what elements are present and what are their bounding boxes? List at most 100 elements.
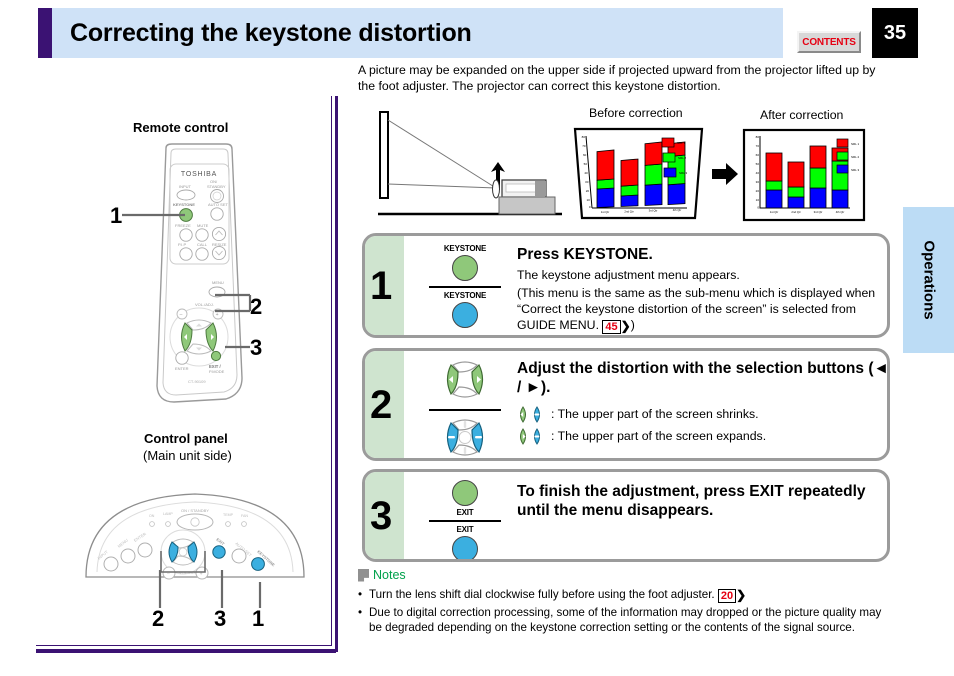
step-2-bullet-2-text: : The upper part of the screen expands. (551, 429, 767, 444)
svg-text:2nd Qtr: 2nd Qtr (624, 209, 633, 213)
step-1-body: KEYSTONE KEYSTONE Press KEYSTONE. The ke… (404, 236, 887, 335)
contents-button[interactable]: CONTENTS (797, 31, 861, 53)
svg-text:10: 10 (586, 198, 590, 202)
svg-text:80: 80 (756, 135, 760, 139)
note-icon (358, 568, 369, 582)
button-divider (429, 520, 501, 522)
left-arrow-green-blue-icon (520, 405, 540, 423)
step-3-body: EXIT EXIT To finish the adjustment, pres… (404, 472, 887, 559)
keystone-button-panel[interactable] (452, 302, 478, 328)
note-bullet: • (358, 588, 363, 601)
svg-text:60: 60 (756, 153, 760, 157)
svg-text:50: 50 (584, 162, 588, 166)
exit-button-panel[interactable] (452, 536, 478, 559)
chart-before-correction: 807060 504030 20100 1st Qtr 2nd Qtr 3rd … (573, 127, 704, 220)
step-3-buttons: EXIT EXIT (429, 480, 501, 559)
remote-callout-3: 3 (250, 335, 263, 360)
svg-text:70: 70 (756, 144, 760, 148)
svg-text:ON / STANDBY: ON / STANDBY (181, 508, 209, 513)
svg-text:1st Qtr: 1st Qtr (601, 210, 609, 214)
note-bullet: • (358, 605, 363, 619)
step-1-line-tail: ) (630, 318, 635, 333)
projector-diagram (378, 111, 562, 216)
remote-callout-lines (122, 213, 252, 349)
step-1-title: Press KEYSTONE. (517, 246, 653, 263)
step-2-bullet-row-2: : The upper part of the screen expands. (517, 427, 887, 445)
note-1-page-ref[interactable]: 20 (717, 589, 737, 603)
note-item: • Turn the lens shift dial clockwise ful… (358, 587, 882, 604)
nav-cluster-remote-icon[interactable] (429, 357, 501, 401)
svg-text:20: 20 (586, 189, 590, 193)
note-item-2-text: Due to digital correction processing, so… (369, 605, 882, 635)
step-3-title: To finish the adjustment, press EXIT rep… (517, 483, 866, 520)
page-root: Correcting the keystone distortion CONTE… (0, 0, 954, 676)
page-number-value: 35 (883, 21, 907, 44)
remote-callout-1: 1 (110, 203, 123, 228)
bottom-accent-rule (36, 650, 336, 653)
step-2-buttons (429, 357, 501, 460)
svg-text:80: 80 (582, 135, 586, 139)
page-title: Correcting the keystone distortion (70, 19, 472, 47)
svg-text:60: 60 (583, 153, 587, 157)
step-3-number: 3 (370, 493, 393, 538)
svg-text:70: 70 (582, 144, 586, 148)
svg-text:30: 30 (585, 180, 589, 184)
remote-callout-2: 2 (250, 294, 263, 319)
svg-text:2nd Qtr: 2nd Qtr (791, 210, 800, 214)
svg-text:TEMP: TEMP (223, 513, 234, 517)
step-1-line-1: The keystone adjustment menu appears. (517, 268, 740, 283)
step-1-keystone-top-caption: KEYSTONE (443, 244, 487, 253)
svg-text:SRL 1: SRL 1 (851, 142, 860, 146)
right-arrow-green-blue-icon (520, 427, 540, 445)
notes-heading-label: Notes (373, 568, 406, 582)
nav-cluster-panel-icon[interactable] (429, 414, 501, 460)
step-1-line-2: (This menu is the same as the sub-menu w… (517, 285, 877, 335)
step-1-page-ref[interactable]: 45 (602, 320, 621, 335)
after-correction-caption: After correction (760, 108, 844, 122)
remote-control-label: Remote control (133, 120, 229, 135)
svg-text:INPUT: INPUT (179, 184, 192, 189)
note-1-body: Turn the lens shift dial clockwise fully… (369, 588, 715, 601)
step-1-keystone-bottom-caption: KEYSTONE (443, 291, 487, 300)
svg-text:SRL 2: SRL 2 (851, 155, 860, 159)
svg-text:10: 10 (756, 198, 760, 202)
notes-list: • Turn the lens shift dial clockwise ful… (358, 587, 882, 637)
transform-arrow-icon (712, 163, 738, 185)
step-2: 2 Adjust the distortion with the selecti… (362, 348, 890, 461)
svg-text:SRL 1: SRL 1 (677, 141, 686, 145)
svg-text:20: 20 (756, 189, 760, 193)
step-2-title: Adjust the distortion with the selection… (517, 360, 889, 397)
panel-callout-1: 1 (252, 606, 265, 631)
section-tab-operations[interactable]: Operations (903, 207, 954, 353)
button-divider (429, 409, 501, 411)
notes-heading: Notes (358, 568, 406, 582)
svg-text:CT-90109: CT-90109 (188, 379, 206, 384)
note-item: • Due to digital correction processing, … (358, 605, 882, 636)
step-1-line-2-text: (This menu is the same as the sub-menu w… (517, 285, 876, 333)
svg-text:1st Qtr: 1st Qtr (770, 210, 778, 214)
svg-text:TOSHIBA: TOSHIBA (181, 171, 217, 178)
svg-text:40: 40 (584, 171, 588, 175)
button-divider (429, 286, 501, 288)
page-ref-arrow-icon: ❯ (620, 319, 631, 334)
svg-text:40: 40 (756, 171, 760, 175)
page-ref-arrow-icon: ❯ (736, 588, 747, 602)
chart-after-correction: 807060 504030 20100 1st Qtr 2nd Qtr 3rd Q… (742, 128, 866, 222)
keystone-button-remote[interactable] (452, 255, 478, 281)
step-3-exit-bottom-caption: EXIT (456, 525, 474, 534)
svg-text:3rd Qtr: 3rd Qtr (814, 210, 823, 214)
svg-text:4th Qtr: 4th Qtr (836, 210, 845, 214)
before-correction-caption: Before correction (589, 106, 683, 120)
step-2-bullet-row-1: : The upper part of the screen shrinks. (517, 405, 887, 423)
control-panel-label: Control panel (144, 431, 228, 446)
svg-text:3rd Qtr: 3rd Qtr (649, 209, 658, 213)
step-1-buttons: KEYSTONE KEYSTONE (429, 244, 501, 328)
svg-text:FAN: FAN (241, 514, 248, 518)
page-number-badge: 35 (872, 8, 918, 58)
step-1: 1 KEYSTONE KEYSTONE Press KEYSTONE. The … (362, 233, 890, 338)
control-panel-sublabel: (Main unit side) (143, 448, 232, 463)
step-3-exit-top-caption: EXIT (456, 508, 474, 517)
intro-paragraph: A picture may be expanded on the upper s… (358, 63, 876, 94)
exit-button-remote[interactable] (452, 480, 478, 506)
step-1-number: 1 (370, 263, 393, 308)
